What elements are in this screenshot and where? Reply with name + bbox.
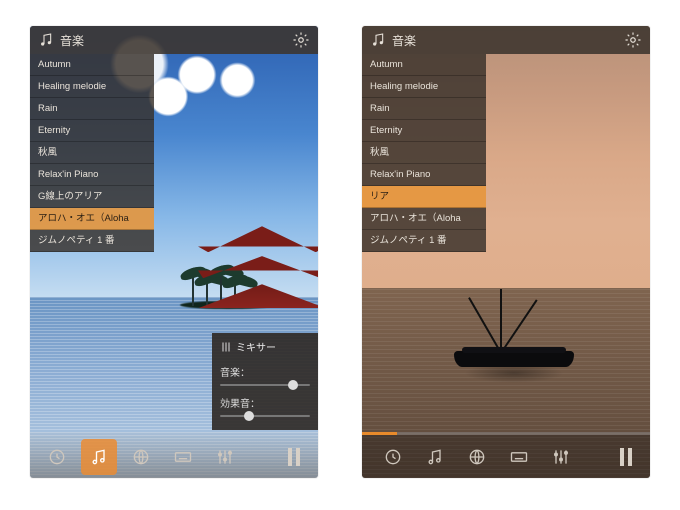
pause-button[interactable] xyxy=(276,439,312,475)
music-note-icon xyxy=(38,32,54,48)
nav-clock-button[interactable] xyxy=(375,439,411,475)
track-item[interactable]: ジムノペティ 1 番 xyxy=(362,230,486,252)
track-item[interactable]: 秋風 xyxy=(362,142,486,164)
track-item[interactable]: Rain xyxy=(30,98,154,120)
mixer-icon xyxy=(220,341,232,353)
nav-keyboard-button[interactable] xyxy=(165,439,201,475)
keyboard-icon xyxy=(173,447,193,467)
nav-equalizer-button[interactable] xyxy=(207,439,243,475)
mixer-title: ミキサー xyxy=(236,339,276,354)
header-bar: 音楽 xyxy=(30,26,318,54)
track-item[interactable]: G線上のアリア xyxy=(30,186,154,208)
keyboard-icon xyxy=(509,447,529,467)
clock-icon xyxy=(383,447,403,467)
mixer-row-label: 音楽： xyxy=(220,364,310,379)
settings-button[interactable] xyxy=(292,31,310,49)
pause-button[interactable] xyxy=(608,439,644,475)
globe-icon xyxy=(467,447,487,467)
nav-music-button[interactable] xyxy=(417,439,453,475)
track-item[interactable]: アロハ・オエ（Aloha xyxy=(30,208,154,230)
nav-equalizer-button[interactable] xyxy=(543,439,579,475)
progress-track[interactable] xyxy=(362,432,650,435)
track-item[interactable]: Relax'in Piano xyxy=(362,164,486,186)
track-item[interactable]: リア xyxy=(362,186,486,208)
nav-globe-button[interactable] xyxy=(123,439,159,475)
track-item[interactable]: Eternity xyxy=(362,120,486,142)
mixer-row-label: 効果音： xyxy=(220,395,310,410)
equalizer-icon xyxy=(551,447,571,467)
track-item[interactable]: Autumn xyxy=(362,54,486,76)
music-icon xyxy=(425,447,445,467)
track-item[interactable]: 秋風 xyxy=(30,142,154,164)
track-item[interactable]: Rain xyxy=(362,98,486,120)
header-bar: 音楽 xyxy=(362,26,650,54)
music-icon xyxy=(89,447,109,467)
header-title: 音楽 xyxy=(392,32,416,49)
bottom-bar xyxy=(362,432,650,478)
track-item[interactable]: Autumn xyxy=(30,54,154,76)
settings-button[interactable] xyxy=(624,31,642,49)
track-item[interactable]: アロハ・オエ（Aloha xyxy=(362,208,486,230)
mixer-slider[interactable] xyxy=(220,381,310,389)
track-list: AutumnHealing melodieRainEternity秋風Relax… xyxy=(30,54,154,252)
music-note-icon xyxy=(370,32,386,48)
nav-music-button[interactable] xyxy=(81,439,117,475)
track-list: AutumnHealing melodieRainEternity秋風Relax… xyxy=(362,54,486,252)
track-item[interactable]: ジムノペティ 1 番 xyxy=(30,230,154,252)
nav-keyboard-button[interactable] xyxy=(501,439,537,475)
screen-right: 音楽 AutumnHealing melodieRainEternity秋風Re… xyxy=(362,26,650,478)
track-item[interactable]: Eternity xyxy=(30,120,154,142)
track-item[interactable]: Healing melodie xyxy=(362,76,486,98)
equalizer-icon xyxy=(215,447,235,467)
mixer-panel: ミキサー 音楽： 効果音： xyxy=(212,333,318,430)
nav-clock-button[interactable] xyxy=(39,439,75,475)
track-item[interactable]: Relax'in Piano xyxy=(30,164,154,186)
screen-left: 音楽 AutumnHealing melodieRainEternity秋風Re… xyxy=(30,26,318,478)
clock-icon xyxy=(47,447,67,467)
bottom-bar xyxy=(30,432,318,478)
mixer-slider[interactable] xyxy=(220,412,310,420)
track-item[interactable]: Healing melodie xyxy=(30,76,154,98)
globe-icon xyxy=(131,447,151,467)
nav-globe-button[interactable] xyxy=(459,439,495,475)
header-title: 音楽 xyxy=(60,32,84,49)
